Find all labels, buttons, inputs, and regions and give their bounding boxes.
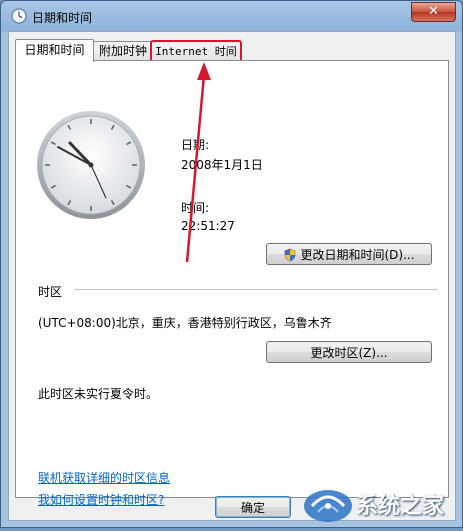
change-date-time-button[interactable]: 更改日期和时间(D)...	[266, 243, 432, 265]
date-time-dialog: 日期和时间 ✕ 日期和时间 附加时钟 Internet 时间 日期: 2008年…	[0, 0, 463, 528]
window-title: 日期和时间	[32, 11, 93, 25]
analog-clock	[37, 111, 145, 219]
watermark-text: 系统之家	[356, 494, 445, 519]
uac-shield-icon	[285, 248, 296, 262]
date-value: 2008年1月1日	[181, 158, 263, 172]
tab-panel: 日期: 2008年1月1日 时间: 22:51:27 更改日期和时间(D)...…	[15, 60, 449, 507]
title-bar[interactable]: 日期和时间 ✕	[1, 1, 462, 31]
ok-button[interactable]: 确定	[215, 496, 291, 518]
clock-app-icon	[11, 8, 27, 24]
tab-date-and-time[interactable]: 日期和时间	[15, 39, 94, 62]
timezone-value: (UTC+08:00)北京，重庆，香港特别行政区，乌鲁木齐	[38, 316, 332, 330]
date-label: 日期:	[181, 138, 210, 152]
change-date-time-label: 更改日期和时间(D)...	[300, 248, 415, 262]
close-button[interactable]: ✕	[411, 2, 456, 22]
time-label: 时间:	[181, 201, 210, 215]
time-value: 22:51:27	[181, 219, 235, 233]
tab-additional-clocks[interactable]: 附加时钟	[93, 41, 153, 61]
timezone-group-label: 时区	[38, 285, 63, 299]
how-to-set-clock-link[interactable]: 我如何设置时钟和时区?	[38, 491, 164, 508]
group-divider	[74, 289, 438, 290]
watermark-logo: 系统之家	[298, 476, 463, 528]
change-timezone-button[interactable]: 更改时区(Z)...	[266, 341, 432, 363]
online-timezone-info-link[interactable]: 联机获取详细的时区信息	[38, 469, 170, 486]
dialog-client-area: 日期和时间 附加时钟 Internet 时间 日期: 2008年1月1日 时间:…	[8, 31, 456, 521]
tab-internet-time[interactable]: Internet 时间	[150, 40, 242, 62]
dst-note: 此时区未实行夏令时。	[38, 387, 159, 401]
